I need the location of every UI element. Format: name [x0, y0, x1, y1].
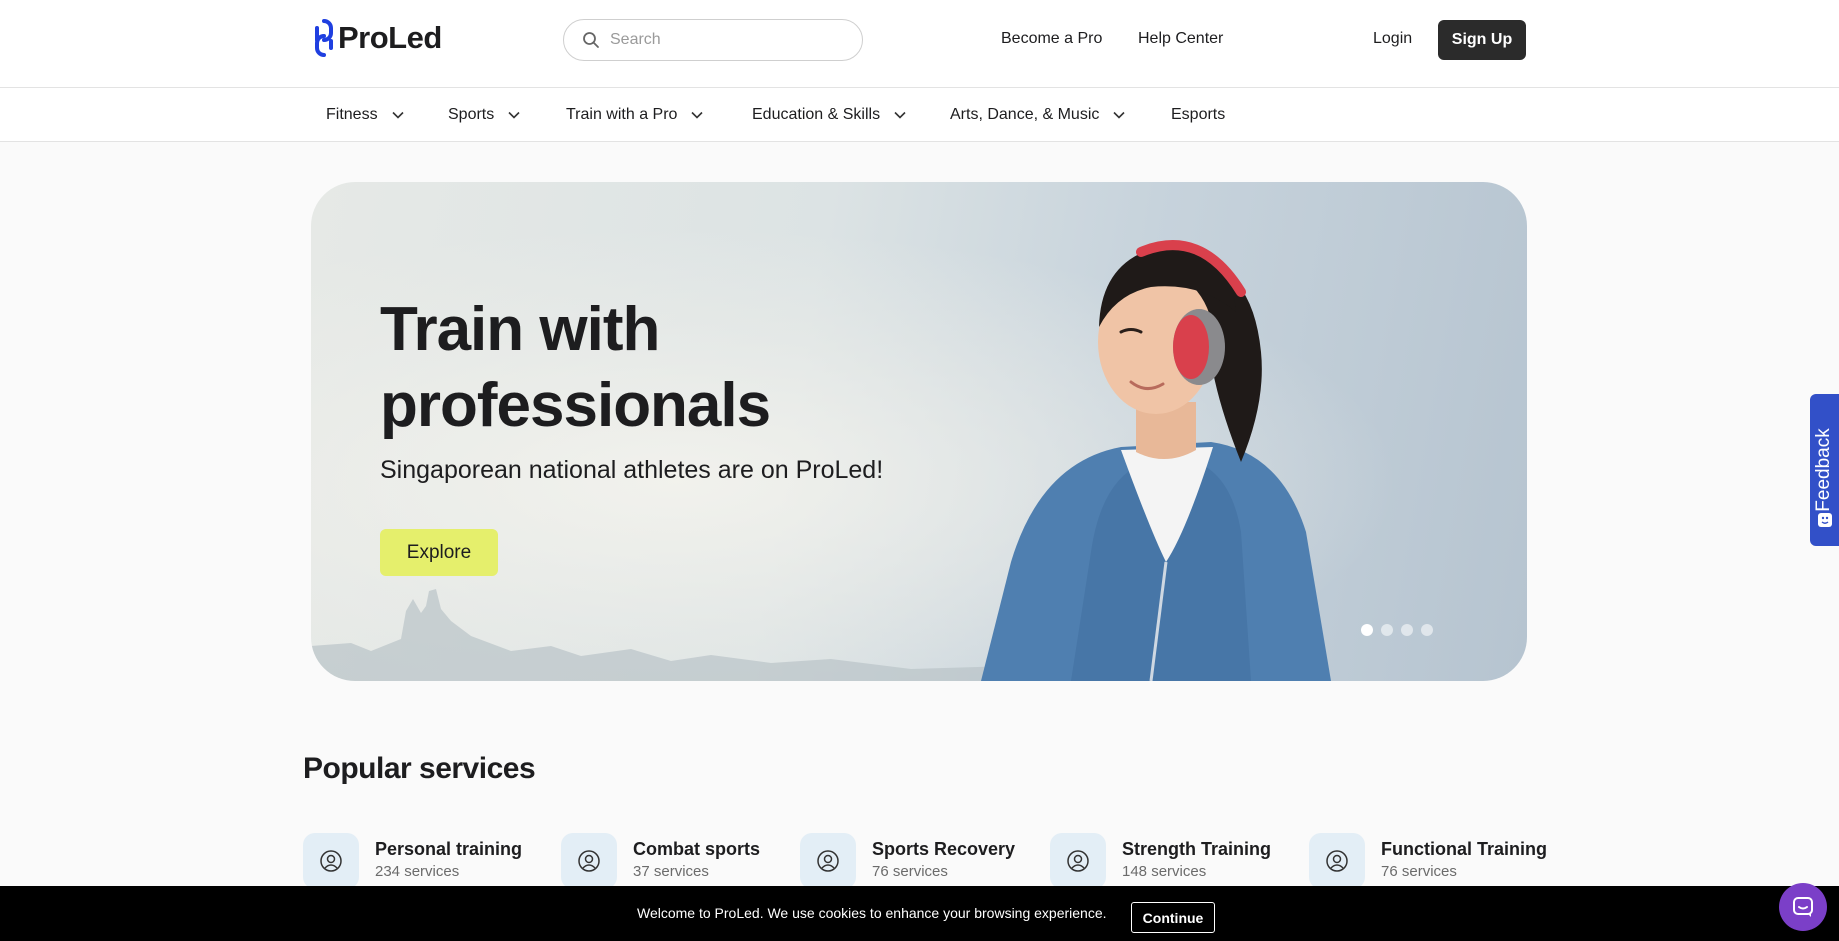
hero-subtitle: Singaporean national athletes are on Pro… — [380, 456, 884, 484]
become-a-pro-link[interactable]: Become a Pro — [1001, 30, 1102, 48]
logo-icon — [315, 19, 333, 57]
service-name: Functional Training — [1381, 839, 1547, 859]
cookie-continue-button[interactable]: Continue — [1131, 902, 1215, 933]
service-name: Personal training — [375, 839, 523, 859]
category-education-skills[interactable]: Education & Skills — [752, 106, 906, 124]
feedback-label: Feedback — [1813, 428, 1834, 512]
user-circle-icon — [817, 850, 839, 872]
category-fitness[interactable]: Fitness — [326, 106, 404, 124]
service-card-sports-recovery[interactable]: Sports Recovery 76 services — [800, 833, 1015, 889]
service-card-strength-training[interactable]: Strength Training 148 services — [1050, 833, 1271, 889]
chevron-down-icon — [691, 111, 704, 119]
category-label: Education & Skills — [752, 106, 881, 123]
hero-title-line: Train with — [380, 295, 660, 364]
service-icon-wrap — [800, 833, 856, 889]
category-arts-dance-music[interactable]: Arts, Dance, & Music — [950, 106, 1125, 124]
service-count: 148 services — [1122, 863, 1207, 880]
chevron-down-icon — [508, 111, 520, 119]
chat-launcher[interactable] — [1779, 883, 1827, 931]
hero-title-line: professionals — [380, 371, 771, 440]
category-label: Sports — [448, 106, 495, 123]
service-name: Combat sports — [633, 839, 761, 859]
logo[interactable]: ProLed — [312, 18, 442, 58]
chevron-down-icon — [392, 111, 404, 119]
service-count: 234 services — [375, 863, 460, 880]
cookie-banner: Welcome to ProLed. We use cookies to enh… — [0, 886, 1839, 941]
service-card-functional-training[interactable]: Functional Training 76 services — [1309, 833, 1547, 889]
logo-text: ProLed — [338, 20, 442, 55]
category-label: Train with a Pro — [566, 106, 678, 123]
chat-icon — [1793, 897, 1813, 917]
hero-title: Train with professionals — [380, 292, 771, 444]
service-icon-wrap — [303, 833, 359, 889]
explore-button[interactable]: Explore — [380, 529, 498, 576]
login-link[interactable]: Login — [1373, 30, 1412, 48]
signup-button[interactable]: Sign Up — [1438, 20, 1526, 60]
user-circle-icon — [320, 850, 342, 872]
user-circle-icon — [578, 850, 600, 872]
carousel-dot[interactable] — [1381, 624, 1393, 636]
carousel-dots — [1361, 624, 1433, 636]
user-circle-icon — [1326, 850, 1348, 872]
service-card-combat-sports[interactable]: Combat sports 37 services — [561, 833, 760, 889]
category-sports[interactable]: Sports — [448, 106, 520, 124]
search-input[interactable] — [610, 31, 830, 49]
category-label: Fitness — [326, 106, 378, 123]
service-name: Sports Recovery — [872, 839, 1016, 859]
search-box[interactable] — [563, 19, 863, 61]
carousel-dot[interactable] — [1361, 624, 1373, 636]
service-count: 76 services — [872, 863, 948, 880]
user-circle-icon — [1067, 850, 1089, 872]
service-count: 37 services — [633, 863, 709, 880]
carousel-dot[interactable] — [1421, 624, 1433, 636]
site-header: ProLed Become a Pro Help Center Login Si… — [0, 0, 1839, 88]
smiley-icon — [1818, 513, 1832, 527]
feedback-tab[interactable]: Feedback — [1810, 394, 1839, 546]
service-icon-wrap — [1309, 833, 1365, 889]
service-card-personal-training[interactable]: Personal training 234 services — [303, 833, 522, 889]
category-label: Arts, Dance, & Music — [950, 106, 1100, 123]
carousel-dot[interactable] — [1401, 624, 1413, 636]
chevron-down-icon — [1113, 111, 1125, 119]
athlete-with-headphones-image — [981, 240, 1331, 681]
help-center-link[interactable]: Help Center — [1138, 30, 1223, 48]
category-esports[interactable]: Esports — [1171, 106, 1225, 124]
cookie-message: Welcome to ProLed. We use cookies to enh… — [637, 905, 1107, 921]
search-icon — [583, 32, 599, 48]
service-name: Strength Training — [1122, 839, 1272, 859]
service-icon-wrap — [561, 833, 617, 889]
service-count: 76 services — [1381, 863, 1457, 880]
popular-services-title: Popular services — [303, 752, 536, 785]
category-train-with-a-pro[interactable]: Train with a Pro — [566, 106, 704, 124]
category-label: Esports — [1171, 106, 1226, 123]
category-nav: Fitness Sports Train with a Pro Educatio… — [0, 88, 1839, 142]
hero-banner: Train with professionals Singaporean nat… — [311, 182, 1527, 681]
chevron-down-icon — [894, 111, 906, 119]
service-icon-wrap — [1050, 833, 1106, 889]
